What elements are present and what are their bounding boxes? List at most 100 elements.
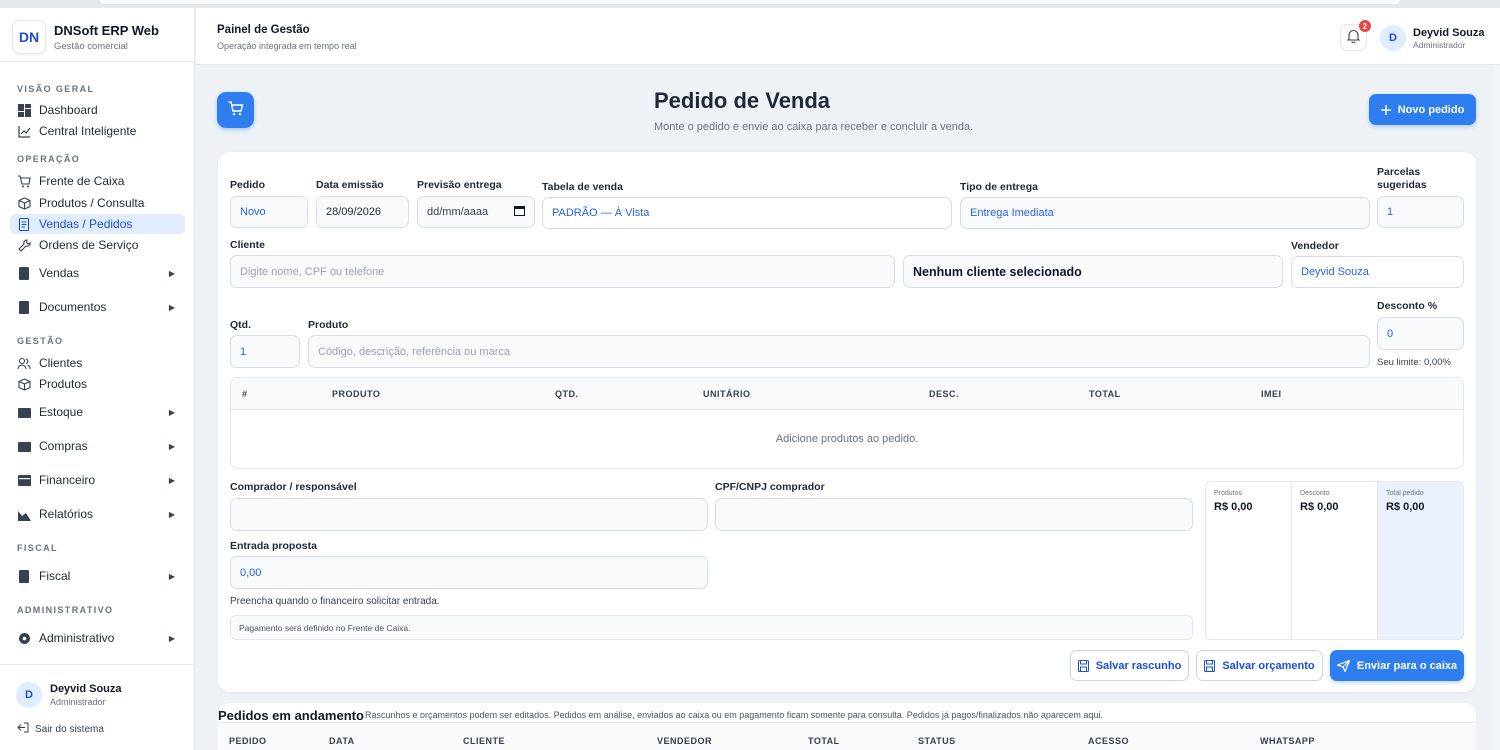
- brand-subtitle: Gestão comercial: [54, 40, 128, 52]
- tabela-select[interactable]: PADRÃO — À Vista: [542, 197, 952, 229]
- header-user[interactable]: D Deyvid Souza Administrador: [1380, 25, 1485, 51]
- sidebar-divider: [0, 61, 195, 62]
- tipo-entrega-select[interactable]: Entrega Imediata: [960, 197, 1370, 229]
- avatar: D: [16, 682, 42, 708]
- col-qtd: QTD.: [555, 389, 579, 399]
- scrollbar[interactable]: [1494, 65, 1500, 750]
- vendedor-select[interactable]: Deyvid Souza: [1291, 256, 1464, 288]
- col-status: STATUS: [918, 736, 956, 746]
- warehouse-icon: [17, 405, 31, 419]
- entrada-field[interactable]: 0,00: [230, 556, 708, 589]
- save-icon: [1077, 659, 1089, 672]
- qtd-field[interactable]: 1: [230, 335, 300, 368]
- sidebar-item-produtos[interactable]: Produtos: [10, 374, 185, 394]
- items-table: # PRODUTO QTD. UNITÁRIO DESC. TOTAL IMEI…: [230, 377, 1464, 469]
- payment-note-text: Pagamento será definido no Frente de Cai…: [239, 622, 411, 633]
- sidebar-item-label: Fiscal: [39, 569, 71, 583]
- sidebar-item-produtos-consulta[interactable]: Produtos / Consulta: [10, 193, 185, 213]
- report-chart-icon: [17, 507, 31, 521]
- entrada-label: Entrada proposta: [230, 540, 317, 552]
- sidebar-item-estoque[interactable]: Estoque ▶: [10, 402, 185, 422]
- cliente-label: Cliente: [230, 239, 266, 251]
- notifications-button[interactable]: 2: [1340, 20, 1371, 51]
- section-fiscal: FISCAL: [17, 543, 58, 553]
- sidebar-item-frente-caixa[interactable]: Frente de Caixa: [10, 171, 185, 191]
- dashboard-icon: [17, 103, 31, 117]
- sidebar-item-vendas-pedidos[interactable]: Vendas / Pedidos: [10, 214, 185, 234]
- caret-right-icon: ▶: [168, 571, 175, 581]
- sidebar-item-central-inteligente[interactable]: Central Inteligente: [10, 121, 185, 141]
- sidebar-item-fiscal[interactable]: Fiscal ▶: [10, 566, 185, 586]
- caret-right-icon: ▶: [168, 268, 175, 278]
- sidebar-item-financeiro[interactable]: Financeiro ▶: [10, 470, 185, 490]
- browser-top-strip: [0, 0, 1500, 8]
- orders-list-subtitle: Rascunhos e orçamentos podem ser editado…: [365, 710, 1103, 720]
- calendar-icon[interactable]: [514, 205, 525, 219]
- section-operacao: OPERAÇÃO: [17, 154, 81, 164]
- brand[interactable]: DN DNSoft ERP Web Gestão comercial: [12, 20, 159, 54]
- col-produto: PRODUTO: [332, 389, 381, 399]
- sidebar-item-dashboard[interactable]: Dashboard: [10, 100, 185, 120]
- col-data: DATA: [329, 736, 355, 746]
- comprador-field[interactable]: [230, 498, 708, 531]
- desconto-field[interactable]: 0: [1377, 317, 1464, 350]
- previsao-field[interactable]: dd/mm/aaaa: [417, 196, 535, 228]
- sidebar-item-administrativo[interactable]: Administrativo ▶: [10, 628, 185, 648]
- new-order-label: Novo pedido: [1397, 103, 1465, 116]
- sidebar-item-compras[interactable]: Compras ▶: [10, 436, 185, 456]
- col-pedido: PEDIDO: [229, 736, 267, 746]
- sidebar-item-clientes[interactable]: Clientes: [10, 353, 185, 373]
- orders-table-header: PEDIDO DATA CLIENTE VENDEDOR TOTAL STATU…: [218, 722, 1476, 750]
- data-emissao-label: Data emissão: [316, 179, 384, 191]
- desconto-limit-hint: Seu limite: 0,00%: [1377, 357, 1451, 368]
- cart-badge: [217, 92, 254, 128]
- totals-panel: Produtos R$ 0,00 Desconto R$ 0,00 Total …: [1205, 481, 1464, 640]
- col-cliente: CLIENTE: [463, 736, 506, 746]
- col-total: TOTAL: [808, 736, 840, 746]
- cliente-search-input[interactable]: Digite nome, CPF ou telefone: [230, 255, 895, 288]
- items-empty-message: Adicione produtos ao pedido.: [775, 433, 919, 445]
- sidebar-item-label: Relatórios: [39, 507, 94, 521]
- total-pedido: Total pedido R$ 0,00: [1378, 482, 1463, 639]
- user-name: Deyvid Souza: [50, 683, 122, 695]
- sidebar-item-label: Financeiro: [39, 473, 96, 487]
- col-whatsapp: WHATSAPP: [1260, 736, 1315, 746]
- sidebar-item-relatorios[interactable]: Relatórios ▶: [10, 504, 185, 524]
- col-vendedor: VENDEDOR: [657, 736, 713, 746]
- total-desconto: Desconto R$ 0,00: [1292, 482, 1378, 639]
- brand-name: DNSoft ERP Web: [54, 22, 159, 38]
- comprador-label: Comprador / responsável: [230, 481, 357, 493]
- sidebar-item-label: Clientes: [39, 356, 83, 370]
- save-quote-button[interactable]: Salvar orçamento: [1196, 650, 1323, 681]
- logout-link[interactable]: Sair do sistema: [17, 722, 104, 736]
- sidebar-item-ordens-servico[interactable]: Ordens de Serviço: [10, 235, 185, 255]
- bag-icon: [17, 439, 31, 453]
- tipo-entrega-label: Tipo de entrega: [960, 181, 1038, 193]
- sidebar-item-label: Compras: [39, 439, 88, 453]
- new-order-button[interactable]: Novo pedido: [1369, 94, 1476, 125]
- send-to-cashier-button[interactable]: Enviar para o caixa: [1330, 650, 1464, 681]
- total-pedido-value: R$ 0,00: [1386, 501, 1425, 513]
- data-emissao-field[interactable]: 28/09/2026: [316, 196, 409, 228]
- sidebar-item-documentos[interactable]: Documentos ▶: [10, 297, 185, 317]
- total-desconto-label: Desconto: [1300, 490, 1330, 497]
- header-subtitle: Operação integrada em tempo real: [217, 41, 357, 51]
- col-index: #: [242, 389, 248, 399]
- cpf-field[interactable]: [715, 498, 1193, 531]
- save-draft-button[interactable]: Salvar rascunho: [1070, 650, 1189, 681]
- plus-icon: [1380, 104, 1391, 115]
- sidebar-item-label: Vendas: [39, 266, 80, 280]
- produto-search-input[interactable]: Código, descrição, referência ou marca: [308, 335, 1370, 368]
- total-produtos: Produtos R$ 0,00: [1206, 482, 1292, 639]
- total-pedido-label: Total pedido: [1386, 490, 1424, 497]
- sidebar-item-vendas[interactable]: Vendas ▶: [10, 263, 185, 283]
- sidebar-item-label: Ordens de Serviço: [39, 238, 139, 252]
- parcelas-field[interactable]: 1: [1377, 196, 1464, 228]
- save-draft-label: Salvar rascunho: [1095, 659, 1182, 672]
- col-acesso: ACESSO: [1088, 736, 1130, 746]
- pedido-label: Pedido: [230, 179, 266, 191]
- section-administrativo: ADMINISTRATIVO: [17, 605, 114, 615]
- chart-line-icon: [17, 124, 31, 138]
- logout-icon: [17, 722, 29, 736]
- document-icon: [17, 569, 31, 583]
